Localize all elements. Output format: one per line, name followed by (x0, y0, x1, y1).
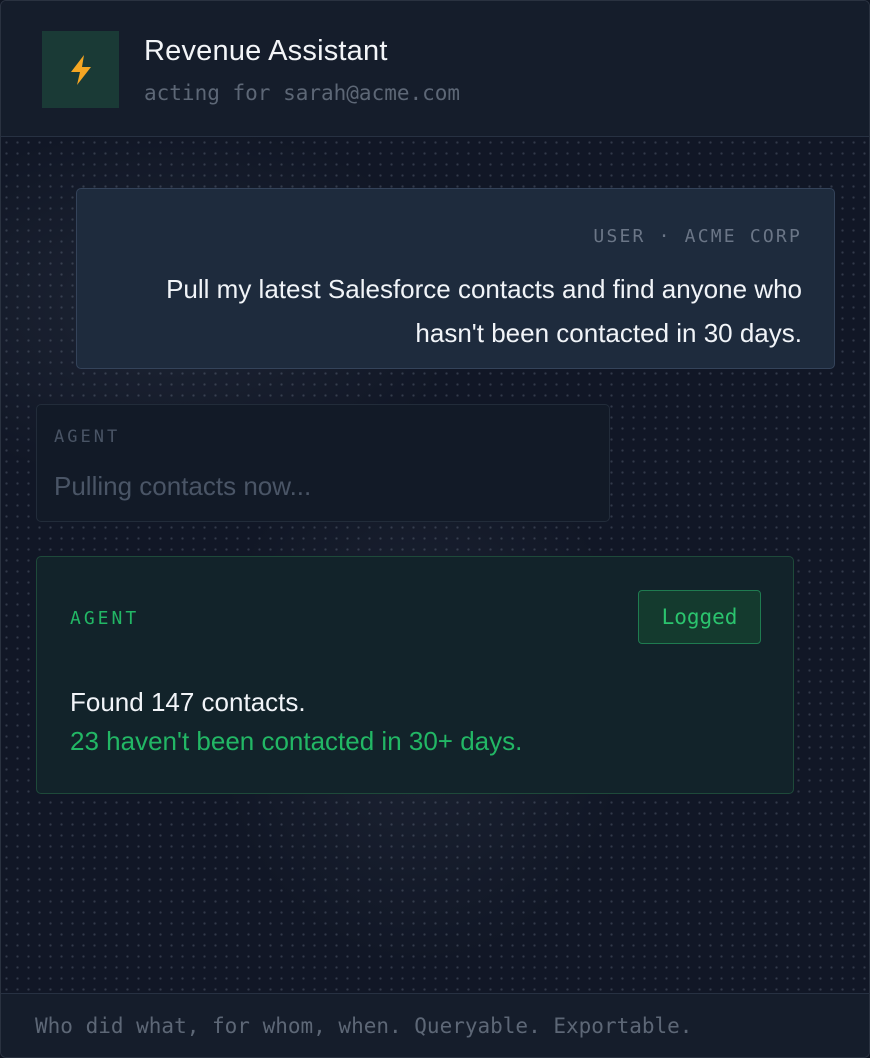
lightning-bolt-icon (70, 54, 91, 85)
header: Revenue Assistant acting for sarah@acme.… (1, 1, 869, 137)
app-icon (42, 31, 119, 108)
agent-result-bubble: AGENT Logged Found 147 contacts. 23 have… (36, 556, 794, 794)
agent-result-summary: Found 147 contacts. (70, 687, 306, 717)
assistant-panel: Revenue Assistant acting for sarah@acme.… (0, 0, 870, 1058)
acting-for-subtitle: acting for sarah@acme.com (144, 81, 461, 105)
user-message-meta: USER · ACME CORP (593, 226, 802, 247)
footer-tagline: Who did what, for whom, when. Queryable.… (35, 1014, 693, 1038)
user-message-text: Pull my latest Salesforce contacts and f… (166, 274, 802, 348)
agent-result-label: AGENT (70, 608, 140, 629)
agent-result-highlight: 23 haven't been contacted in 30+ days. (70, 726, 523, 756)
app-title: Revenue Assistant (144, 35, 388, 67)
agent-pending-label: AGENT (54, 427, 121, 447)
user-message-bubble: USER · ACME CORP Pull my latest Salesfor… (76, 188, 835, 369)
logged-badge: Logged (638, 590, 761, 644)
footer: Who did what, for whom, when. Queryable.… (1, 993, 869, 1057)
agent-pending-bubble: AGENT Pulling contacts now... (36, 404, 610, 522)
agent-pending-text: Pulling contacts now... (54, 471, 312, 501)
